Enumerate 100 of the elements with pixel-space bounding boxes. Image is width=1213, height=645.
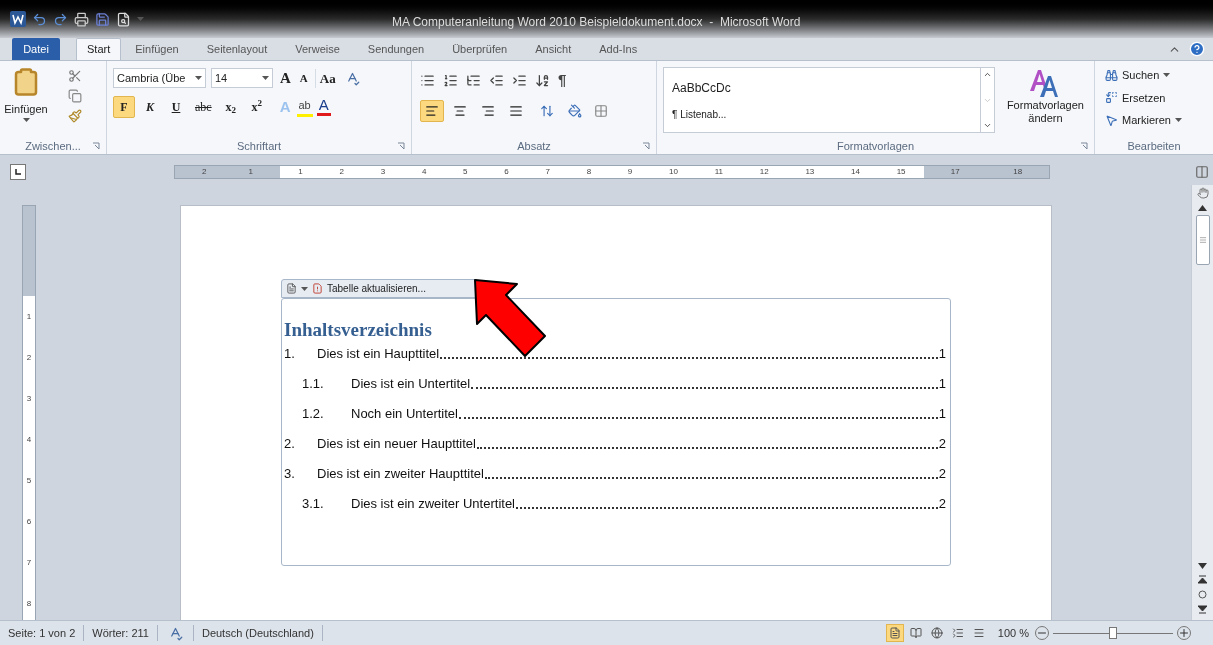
decrease-indent-icon[interactable] — [489, 72, 504, 88]
font-style-button[interactable]: K — [139, 95, 161, 118]
ribbon-tab[interactable]: Überprüfen — [438, 38, 522, 60]
word-count[interactable]: Wörter: 211 — [84, 624, 158, 642]
toc-page-number: 2 — [938, 494, 946, 513]
toc-page-number: 1 — [938, 344, 946, 363]
font-style-button[interactable]: x$_{2}$ — [219, 95, 242, 118]
print-icon[interactable] — [74, 11, 89, 27]
toc-entry-title[interactable]: Dies ist ein neuer Haupttitel — [317, 433, 476, 453]
font-style-button[interactable]: F — [113, 95, 135, 118]
zoom-slider-thumb[interactable] — [1109, 627, 1117, 639]
increase-indent-icon[interactable] — [512, 72, 527, 88]
ribbon-tab[interactable]: Add-Ins — [585, 38, 652, 60]
word-logo-icon[interactable] — [10, 11, 26, 27]
font-style-button[interactable]: x$^{2}$ — [245, 95, 268, 118]
redo-icon[interactable] — [53, 11, 68, 27]
tab-selector[interactable] — [10, 164, 26, 180]
caret-icon — [1174, 118, 1182, 123]
update-table-label[interactable]: Tabelle aktualisieren... — [327, 281, 426, 296]
vertical-ruler[interactable]: 1 2 3 4 5 6 7 8 — [22, 205, 36, 620]
browse-object-icon[interactable] — [1198, 590, 1207, 599]
horizontal-ruler[interactable]: 2 1 1 2 3 4 5 6 7 8 9 10 11 12 13 14 15 17 18 — [174, 165, 1050, 179]
toc-number: 3.1. — [302, 494, 325, 513]
language[interactable]: Deutsch (Deutschland) — [192, 624, 323, 642]
toc-entry-title[interactable]: Dies ist ein zweiter Haupttitel — [317, 463, 484, 483]
ribbon-tab[interactable]: Ansicht — [521, 38, 586, 60]
font-color-button[interactable]: A — [316, 97, 331, 117]
editing-button[interactable]: Markieren — [1105, 112, 1203, 129]
ruler-number: 5 — [463, 166, 468, 178]
dialog-launcher-icon[interactable] — [397, 142, 405, 150]
align-button[interactable] — [420, 99, 444, 122]
toc-entry-title[interactable]: Dies ist ein Haupttitel — [317, 343, 440, 363]
ribbon-tab[interactable]: Sendungen — [353, 38, 439, 60]
multilevel-list-icon[interactable] — [466, 72, 481, 88]
font-style-button[interactable]: U — [165, 95, 187, 118]
file-tab[interactable]: Datei — [12, 38, 60, 60]
help-icon[interactable] — [1189, 41, 1205, 57]
highlight-button[interactable]: ab — [296, 97, 313, 117]
view-button[interactable] — [885, 624, 904, 642]
shading-icon[interactable] — [568, 103, 582, 118]
scrollbar-thumb[interactable] — [1195, 215, 1210, 265]
show-formatting-button[interactable]: ¶ — [558, 69, 567, 92]
cut-icon[interactable] — [68, 69, 82, 83]
zoom-slider[interactable] — [1053, 627, 1173, 639]
change-styles-button[interactable]: Formatvorlagen ändern — [1002, 67, 1088, 125]
scroll-up-icon[interactable] — [1198, 205, 1207, 211]
caret-icon — [1163, 73, 1171, 78]
grow-font-button[interactable]: A — [278, 67, 293, 90]
save-icon[interactable] — [95, 11, 110, 27]
copy-icon[interactable] — [68, 89, 82, 103]
pan-icon[interactable] — [1196, 187, 1209, 199]
scroll-down-icon[interactable] — [1198, 563, 1207, 569]
ribbon-tab[interactable]: Verweise — [281, 38, 354, 60]
print-preview-icon[interactable] — [116, 11, 131, 27]
update-icon[interactable] — [312, 283, 323, 294]
style-preview[interactable]: AaBbCcDc — [672, 78, 980, 97]
sort-icon[interactable] — [535, 72, 550, 88]
dialog-launcher-icon[interactable] — [642, 142, 650, 150]
numbering-icon[interactable] — [443, 72, 458, 88]
previous-page-icon[interactable] — [1198, 575, 1207, 584]
dialog-launcher-icon[interactable] — [1080, 142, 1088, 150]
ribbon-tab[interactable]: Seitenlayout — [192, 38, 282, 60]
toc-number: 1. — [284, 344, 296, 363]
paste-button[interactable]: Einfügen — [4, 67, 48, 122]
font-size-field[interactable]: 14 — [211, 68, 273, 89]
document-icon[interactable] — [286, 283, 297, 294]
page-count[interactable]: Seite: 1 von 2 — [0, 624, 85, 642]
editing-button[interactable]: Suchen — [1105, 67, 1203, 84]
toc-entry-title[interactable]: Dies ist ein Untertitel — [351, 373, 471, 393]
line-spacing-icon[interactable] — [540, 103, 554, 118]
toc-entry-title[interactable]: Noch ein Untertitel — [351, 403, 458, 423]
font-style-button[interactable]: abc — [191, 95, 216, 118]
font-name-field[interactable]: Cambria (Übe — [113, 68, 206, 89]
group-label: Bearbeiten — [1127, 138, 1181, 154]
toc-page-number: 2 — [938, 464, 946, 483]
shrink-font-button[interactable]: A — [297, 70, 310, 87]
view-icon — [888, 627, 901, 639]
ribbon-tab[interactable]: Start — [76, 38, 122, 60]
ruler-number: 10 — [669, 166, 678, 178]
more-styles-icon[interactable] — [982, 121, 992, 130]
style-name[interactable]: ¶ Listenab... — [672, 106, 980, 122]
zoom-in-icon[interactable] — [1177, 626, 1191, 640]
dialog-launcher-icon[interactable] — [92, 142, 100, 150]
toc-entry-title[interactable]: Dies ist ein zweiter Untertitel — [351, 493, 515, 513]
change-case-button[interactable]: Aa — [314, 68, 340, 88]
ruler-number: 1 — [298, 166, 303, 178]
ruler-number: 8 — [586, 166, 592, 178]
ribbon-tab[interactable]: Einfügen — [121, 38, 193, 60]
view-ruler-icon[interactable] — [1195, 165, 1209, 179]
next-page-icon[interactable] — [1198, 605, 1207, 614]
ruler-number: 13 — [805, 166, 815, 178]
format-painter-icon[interactable] — [68, 109, 82, 123]
undo-icon[interactable] — [32, 11, 47, 27]
editing-button[interactable]: Ersetzen — [1105, 89, 1203, 106]
scroll-up-icon[interactable] — [982, 70, 992, 79]
borders-icon[interactable] — [594, 103, 608, 118]
zoom-level[interactable]: 100 % — [997, 624, 1029, 642]
bullets-icon[interactable] — [420, 72, 435, 88]
group-label: Zwischen... — [25, 138, 81, 154]
styles-gallery[interactable]: AaBbCcDc ¶ Listenab... — [663, 67, 995, 133]
